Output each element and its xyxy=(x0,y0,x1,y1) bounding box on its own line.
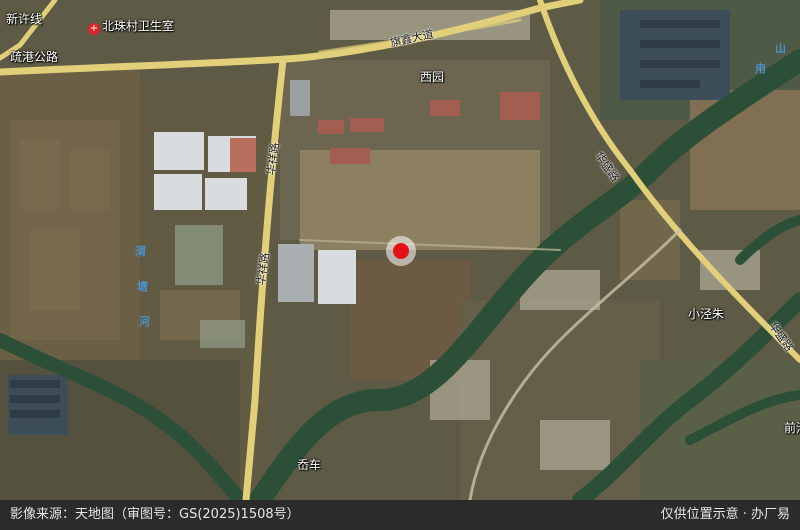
river-label-1: 渭 xyxy=(135,245,146,258)
place-label-xiyuan: 西园 xyxy=(420,70,445,84)
imagery-source-text: 影像来源：天地图（审图号：GS(2025)1508号） xyxy=(10,507,300,522)
river-label-3: 河 xyxy=(139,315,150,328)
place-label-qianhe: 前沟 xyxy=(784,421,800,435)
poi-clinic[interactable]: + 北珠村卫生室 xyxy=(88,19,174,35)
place-label-pangui: 岙车 xyxy=(297,458,322,472)
river-label-east-2: 山 xyxy=(775,42,786,55)
river-label-east-1: 甪 xyxy=(755,62,766,75)
road-label-shugang: 疏港公路 xyxy=(10,50,59,64)
river-label-2: 塘 xyxy=(137,280,148,293)
place-label-xiaojingzhu: 小泾朱 xyxy=(688,307,725,321)
road-label-xinxu: 新许线 xyxy=(6,12,43,26)
satellite-map[interactable]: 新许线 + 北珠村卫生室 疏港公路 旗鑫大道 西园 华祥路 华祥路 华盛路 华盛路… xyxy=(0,0,800,500)
location-notice-text: 仅供位置示意 · 办厂易 xyxy=(660,507,790,522)
hospital-cross-icon: + xyxy=(88,23,100,35)
location-pin-icon[interactable] xyxy=(386,236,416,266)
attribution-bar: 影像来源：天地图（审图号：GS(2025)1508号） 仅供位置示意 · 办厂易 xyxy=(0,500,800,530)
poi-clinic-label: 北珠村卫生室 xyxy=(102,19,175,33)
